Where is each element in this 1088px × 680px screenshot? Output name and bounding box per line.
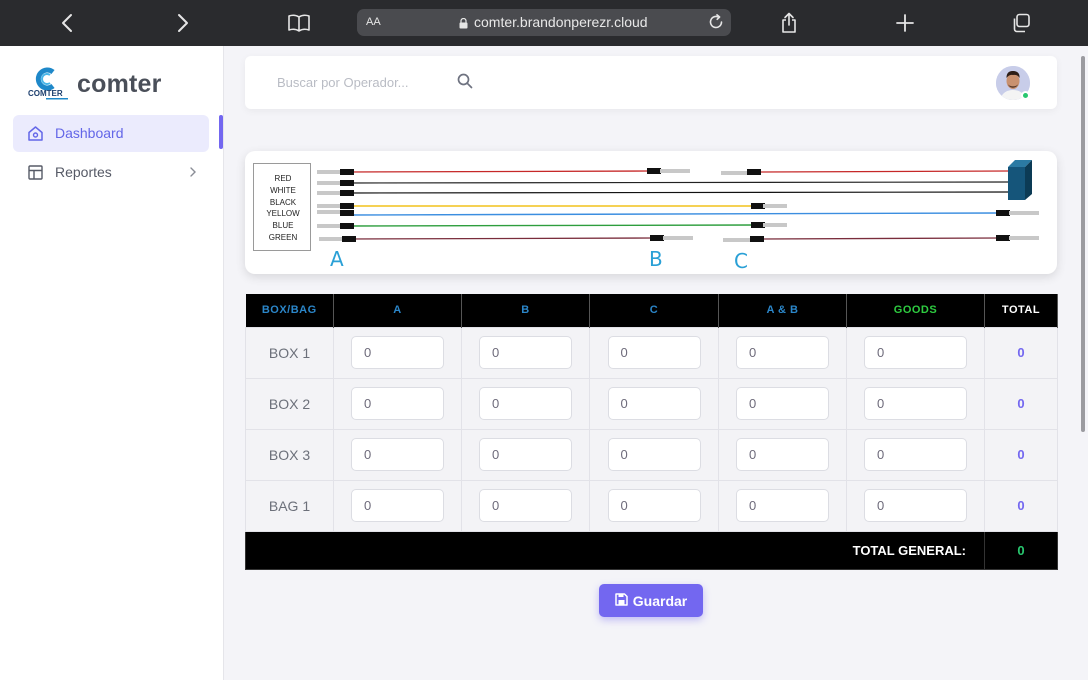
browser-toolbar: AA comter.brandonperezr.cloud <box>0 0 1088 46</box>
qty-input-a[interactable] <box>351 489 444 522</box>
column-header-b: B <box>461 294 590 327</box>
row-label: BAG 1 <box>245 479 334 532</box>
row-label: BOX 1 <box>245 326 334 379</box>
share-icon[interactable] <box>775 9 803 37</box>
connector-end-pins <box>996 210 1039 241</box>
qty-input-goods[interactable] <box>864 336 967 369</box>
plus-icon[interactable] <box>891 9 919 37</box>
sidebar-item-label: Reportes <box>55 164 112 180</box>
save-button[interactable]: Guardar <box>599 584 703 617</box>
row-label: BOX 3 <box>245 428 334 481</box>
sidebar-item-dashboard[interactable]: Dashboard <box>13 115 209 152</box>
wire-white <box>347 181 1010 184</box>
count-table: BOX/BAG A B C A & B GOODS TOTAL BOX 1 0 … <box>245 294 1058 570</box>
column-header-a: A <box>333 294 462 327</box>
connector-a-pins <box>317 169 356 242</box>
qty-input-c[interactable] <box>607 438 701 471</box>
reload-icon[interactable] <box>707 13 725 36</box>
layout-icon <box>27 164 44 181</box>
column-header-box-bag: BOX/BAG <box>245 294 334 327</box>
search-icon[interactable] <box>457 73 473 94</box>
row-total: 0 <box>984 377 1058 430</box>
wire-brown-c <box>754 237 1000 240</box>
wire-red-ab <box>347 170 651 173</box>
terminal-box-icon <box>1008 160 1032 200</box>
qty-input-b[interactable] <box>479 336 572 369</box>
qty-input-a-and-b[interactable] <box>736 489 829 522</box>
column-header-c: C <box>589 294 719 327</box>
grand-total-row: TOTAL GENERAL: 0 <box>245 530 1058 570</box>
connector-b-pins <box>647 168 693 241</box>
url-text: comter.brandonperezr.cloud <box>474 14 648 30</box>
row-total: 0 <box>984 428 1058 481</box>
connector-label-b: B <box>649 247 663 271</box>
qty-input-b[interactable] <box>479 489 572 522</box>
grand-total-label: TOTAL GENERAL: <box>245 530 985 570</box>
connector-label-a: A <box>330 247 344 271</box>
wire-blue <box>347 212 1000 216</box>
online-status-dot <box>1021 91 1030 100</box>
column-header-a-and-b: A & B <box>718 294 847 327</box>
qty-input-a[interactable] <box>351 438 444 471</box>
wire-black <box>347 191 1010 194</box>
qty-input-c[interactable] <box>607 489 701 522</box>
brand-name: comter <box>77 70 162 98</box>
save-button-label: Guardar <box>632 592 688 609</box>
wire-brown-ab <box>347 237 654 240</box>
sidebar-item-label: Dashboard <box>55 125 124 141</box>
reader-text-size-button[interactable]: AA <box>366 16 381 28</box>
chevron-left-icon[interactable] <box>53 9 81 37</box>
table-row: BOX 3 0 <box>245 428 1058 481</box>
grand-total-value: 0 <box>984 530 1058 570</box>
row-label: BOX 2 <box>245 377 334 430</box>
wire-green <box>347 224 755 227</box>
row-total: 0 <box>984 479 1058 532</box>
search-input[interactable] <box>265 69 465 95</box>
table-header-row: BOX/BAG A B C A & B GOODS TOTAL <box>245 294 1058 327</box>
comter-logo[interactable]: COMTER <box>26 66 76 102</box>
connector-label-c: C <box>734 249 748 273</box>
save-icon <box>615 592 628 609</box>
qty-input-b[interactable] <box>479 438 572 471</box>
tabs-icon[interactable] <box>1007 9 1035 37</box>
qty-input-c[interactable] <box>607 336 701 369</box>
column-header-goods: GOODS <box>846 294 985 327</box>
wire-red-c <box>754 170 1010 173</box>
page-scrollbar[interactable] <box>1081 56 1085 432</box>
sidebar: COMTER comter Dashboard Reportes <box>0 46 224 680</box>
book-icon[interactable] <box>285 9 313 37</box>
chevron-right-icon[interactable] <box>169 9 197 37</box>
qty-input-a[interactable] <box>351 387 444 420</box>
wiring-diagram: RED WHITE BLACK YELLOW BLUE GREEN A B C <box>245 151 1057 274</box>
active-nav-indicator <box>219 115 223 149</box>
top-navbar <box>245 56 1057 109</box>
qty-input-b[interactable] <box>479 387 572 420</box>
qty-input-a[interactable] <box>351 336 444 369</box>
qty-input-c[interactable] <box>607 387 701 420</box>
row-total: 0 <box>984 326 1058 379</box>
qty-input-a-and-b[interactable] <box>736 387 829 420</box>
column-header-total: TOTAL <box>984 294 1058 327</box>
logo-wordmark: COMTER <box>28 89 63 98</box>
qty-input-a-and-b[interactable] <box>736 336 829 369</box>
table-row: BOX 1 0 <box>245 326 1058 379</box>
qty-input-a-and-b[interactable] <box>736 438 829 471</box>
table-row: BOX 2 0 <box>245 377 1058 430</box>
chevron-right-icon <box>189 165 197 183</box>
qty-input-goods[interactable] <box>864 387 967 420</box>
table-row: BAG 1 0 <box>245 479 1058 532</box>
sidebar-item-reportes[interactable]: Reportes <box>13 154 209 191</box>
home-icon <box>27 125 44 142</box>
qty-input-goods[interactable] <box>864 489 967 522</box>
address-bar[interactable]: AA comter.brandonperezr.cloud <box>357 9 731 36</box>
lock-icon <box>459 16 468 34</box>
qty-input-goods[interactable] <box>864 438 967 471</box>
